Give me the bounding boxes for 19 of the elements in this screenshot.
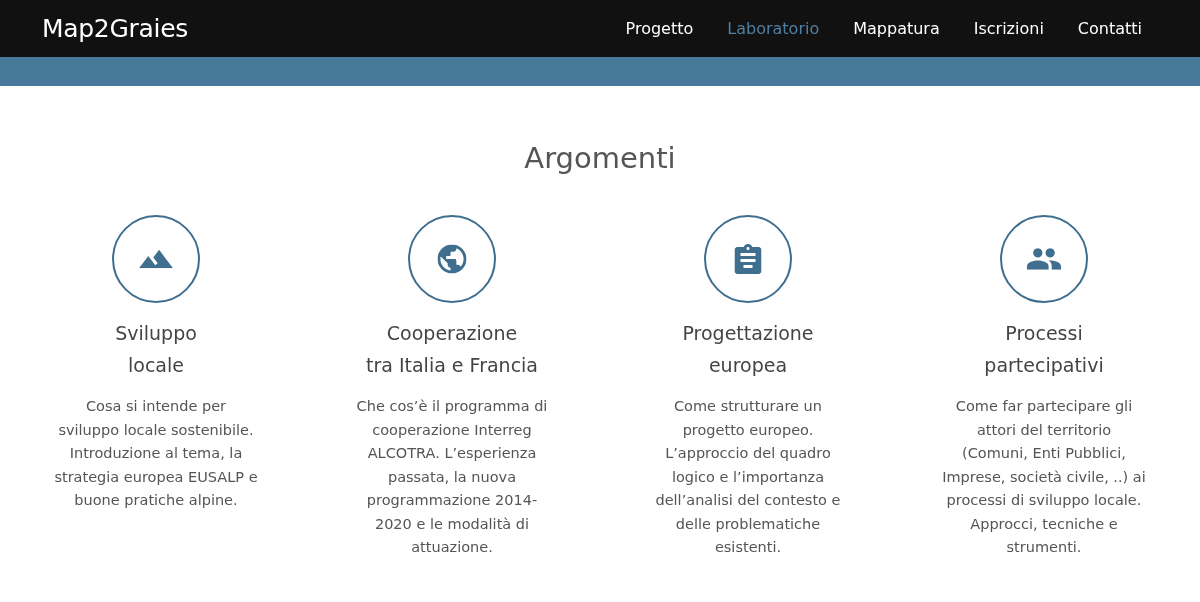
- site-logo[interactable]: Map2Graies: [42, 14, 188, 43]
- clipboard-icon: [704, 215, 792, 303]
- topic-title: Processi partecipativi: [984, 321, 1104, 378]
- nav-link[interactable]: Iscrizioni: [973, 19, 1044, 38]
- topic-description: Che cos’è il programma di cooperazione Interreg ALCOTRA. L’esperienza passata, la nuova programmazione 2014- 2020 e le modalità di attuazione.: [356, 397, 548, 557]
- topic-description: Come far partecipare gli attori del territorio (Comuni, Enti Pubblici, Imprese, società civile, ..) ai processi di sviluppo locale. Approcci, tecniche e strumenti.: [942, 397, 1146, 557]
- topic-title: Sviluppo locale: [115, 321, 197, 378]
- topic-title: Cooperazione tra Italia e Francia: [366, 321, 538, 378]
- mountain-icon: [112, 215, 200, 303]
- nav-link[interactable]: Laboratorio: [727, 19, 820, 38]
- globe-icon: [408, 215, 496, 303]
- nav-link[interactable]: Mappatura: [853, 19, 940, 38]
- people-icon: [1000, 215, 1088, 303]
- nav-link[interactable]: Contatti: [1077, 19, 1142, 38]
- nav-link[interactable]: Progetto: [625, 19, 694, 38]
- section-heading: Argomenti: [523, 140, 677, 176]
- topic-description: Come strutturare un progetto europeo. L’approccio del quadro logico e l’importanza dell’analisi del contesto e delle problematiche esistenti.: [655, 397, 841, 557]
- topic-title: Progettazione europea: [682, 321, 814, 378]
- topic-description: Cosa si intende per sviluppo locale sostenibile. Introduzione al tema, la strategia europea EUSALP e buone pratiche alpine.: [54, 397, 258, 510]
